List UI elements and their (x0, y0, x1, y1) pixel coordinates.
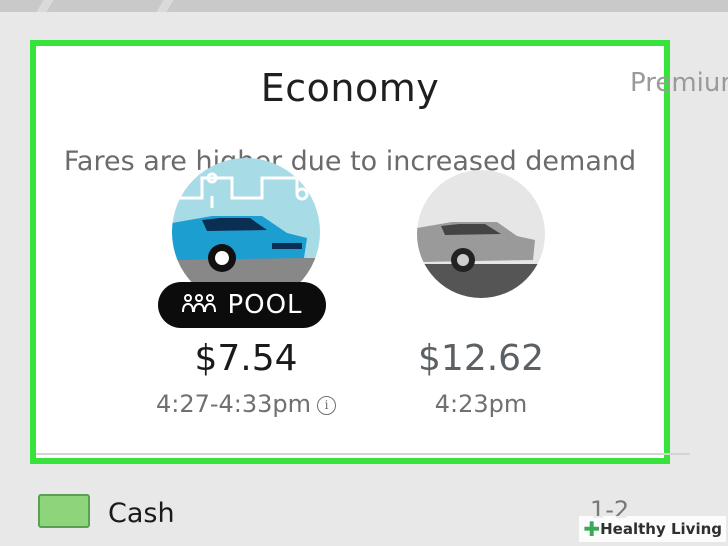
uberx-car-image (417, 170, 545, 298)
pool-price: $7.54 (194, 338, 298, 379)
pool-option[interactable]: POOL $7.54 4:27-4:33pm i (136, 158, 356, 418)
uberx-eta: 4:23pm (434, 390, 528, 418)
premium-tab[interactable]: Premium (630, 68, 728, 98)
payment-method-label: Cash (108, 498, 175, 529)
pool-label: POOL (227, 290, 303, 320)
watermark-logo: ✚Healthy Living (579, 516, 726, 542)
uberx-price: $12.62 (418, 338, 544, 379)
divider (36, 453, 690, 455)
map-background (0, 0, 728, 12)
info-icon[interactable]: i (317, 396, 337, 415)
cash-icon (38, 494, 90, 528)
people-icon (181, 292, 217, 318)
uberx-option[interactable]: $12.62 4:23pm (396, 158, 566, 418)
pool-eta: 4:27-4:33pm i (136, 390, 356, 418)
ride-selection-screen: Economy Fares are higher due to increase… (0, 12, 728, 546)
pool-badge: POOL (158, 282, 326, 328)
economy-options-panel: Economy Fares are higher due to increase… (30, 40, 670, 464)
category-title: Economy (260, 66, 440, 110)
